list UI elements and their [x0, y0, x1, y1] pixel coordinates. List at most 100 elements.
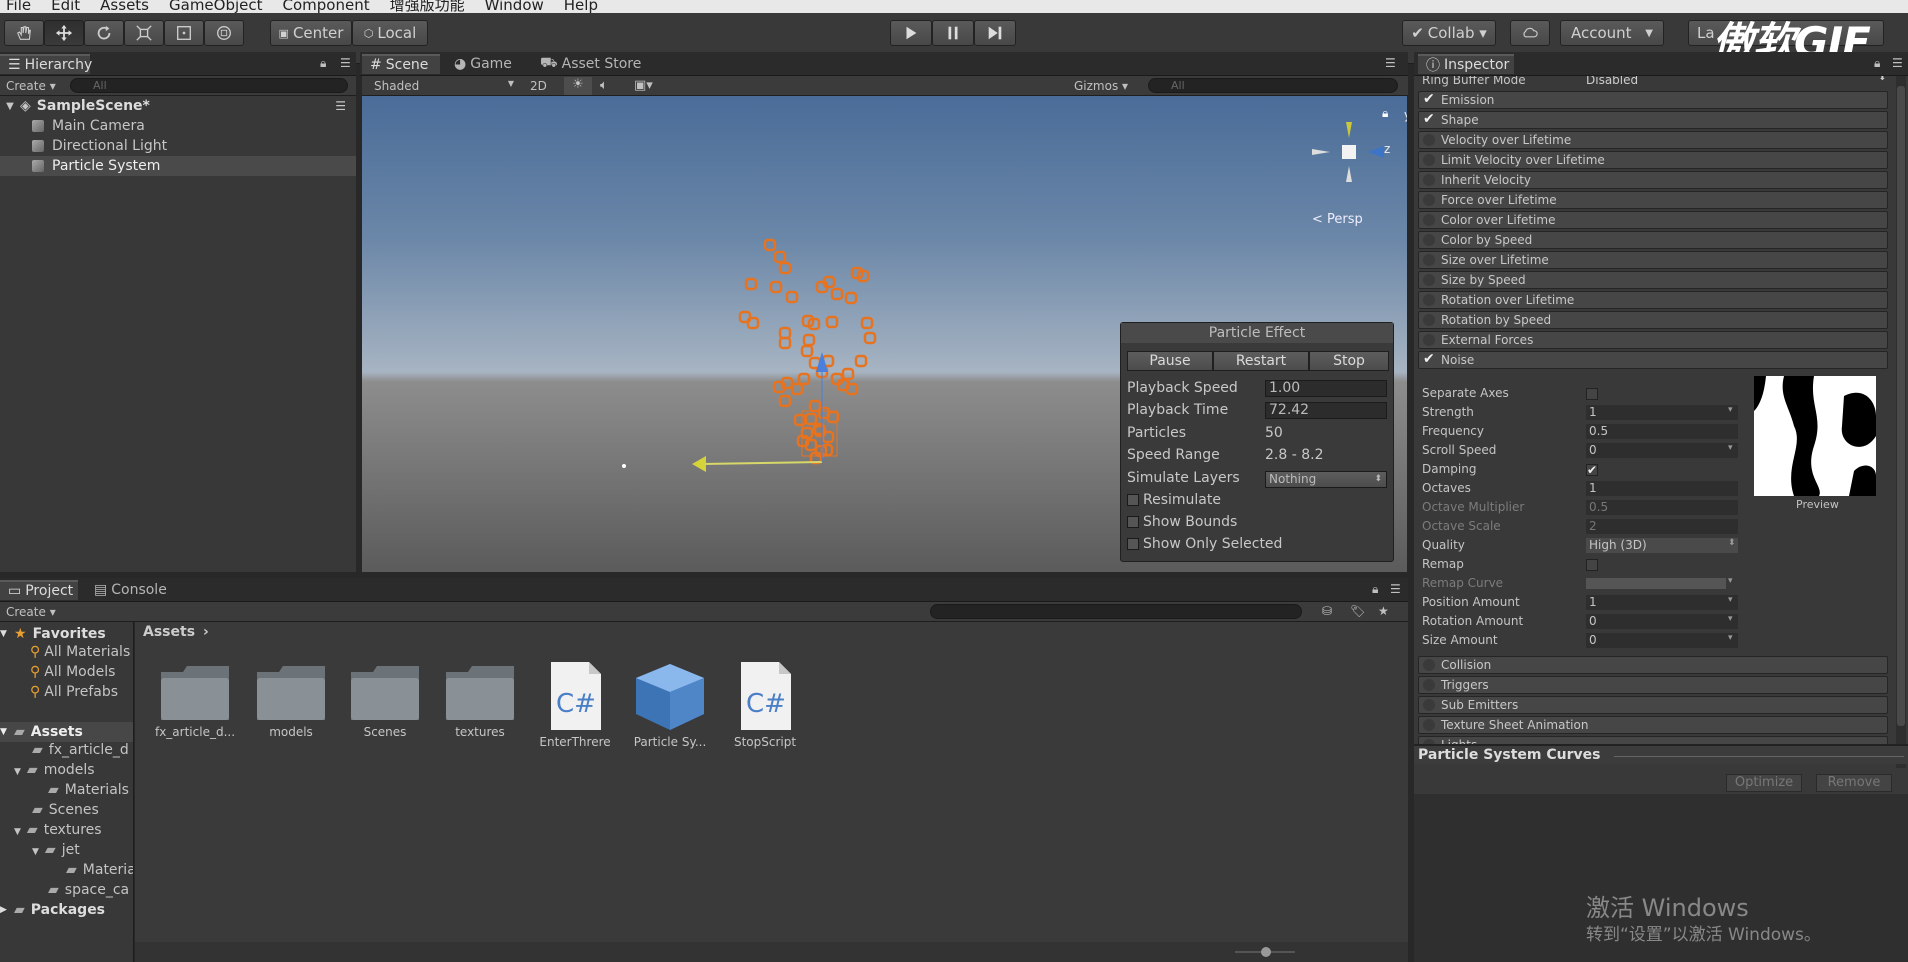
module-force-over-lifetime[interactable]: Force over Lifetime — [1418, 191, 1888, 209]
module-toggle-icon[interactable] — [1423, 234, 1435, 246]
noise-prop-value[interactable]: 2 — [1586, 519, 1738, 534]
rect-tool-button[interactable] — [164, 20, 204, 46]
menu-file[interactable]: File — [6, 0, 31, 13]
module-toggle-icon[interactable] — [1423, 194, 1435, 206]
module-velocity-over-lifetime[interactable]: Velocity over Lifetime — [1418, 131, 1888, 149]
restart-button[interactable]: Restart — [1213, 351, 1309, 371]
dropdown-arrow-icon[interactable]: ▾ — [1728, 595, 1733, 605]
module-rotation-over-lifetime[interactable]: Rotation over Lifetime — [1418, 291, 1888, 309]
create-dropdown[interactable]: Create ▾ — [6, 79, 56, 93]
lock-icon[interactable]: 🔒︎ — [1382, 106, 1388, 121]
module-toggle-icon[interactable] — [1423, 699, 1435, 711]
hand-tool-button[interactable] — [4, 20, 44, 46]
check-icon[interactable]: ✔ — [1423, 112, 1435, 126]
pivot-local-button[interactable]: ⬡ Local — [352, 20, 428, 46]
2d-toggle[interactable]: 2D — [530, 79, 547, 93]
dropdown-arrow-icon[interactable]: ▾ — [1728, 614, 1733, 624]
shading-dropdown[interactable]: Shaded ▼ — [374, 79, 514, 93]
panel-menu-icon[interactable]: ☰ — [1385, 56, 1396, 70]
simulate-layers-dropdown[interactable]: Nothing ⬍ — [1265, 471, 1387, 488]
module-toggle-icon[interactable] — [1423, 174, 1435, 186]
collab-button[interactable]: ✔ Collab ▾ — [1402, 20, 1496, 46]
tree-folder[interactable]: ▰ Materia — [66, 862, 133, 878]
audio-toggle[interactable]: 🔈︎ — [600, 78, 608, 93]
asset-script-stopscript[interactable]: C# StopScript — [720, 660, 810, 749]
scene-menu-icon[interactable]: ☰ — [335, 99, 346, 113]
tab-project[interactable]: ▭ Project — [0, 580, 78, 600]
tab-hierarchy[interactable]: ☰ Hierarchy — [0, 54, 92, 74]
show-only-selected-toggle[interactable]: Show Only Selected — [1127, 536, 1282, 552]
menu-window[interactable]: Window — [485, 0, 544, 13]
module-toggle-icon[interactable] — [1423, 294, 1435, 306]
play-button[interactable] — [890, 20, 932, 46]
fav-all-models[interactable]: ⚲ All Models — [30, 664, 115, 680]
module-triggers[interactable]: Triggers — [1418, 676, 1888, 694]
tab-asset-store[interactable]: ⛟ Asset Store — [532, 54, 672, 74]
pivot-center-button[interactable]: ▣ Center — [270, 20, 352, 46]
tab-scene[interactable]: # Scene — [362, 54, 440, 74]
lock-icon[interactable]: 🔒︎ — [1874, 56, 1880, 71]
menu-component[interactable]: Component — [283, 0, 370, 13]
tab-console[interactable]: ▤ Console — [86, 580, 176, 600]
stop-button[interactable]: Stop — [1309, 351, 1389, 371]
rotate-tool-button[interactable] — [84, 20, 124, 46]
module-emission[interactable]: ✔ Emission — [1418, 91, 1888, 109]
module-toggle-icon[interactable] — [1423, 334, 1435, 346]
module-sub-emitters[interactable]: Sub Emitters — [1418, 696, 1888, 714]
check-icon[interactable]: ✔ — [1423, 92, 1435, 106]
inspector-scrollbar[interactable] — [1896, 76, 1906, 768]
hierarchy-search-input[interactable]: All — [70, 78, 348, 93]
lighting-toggle[interactable]: ☀ — [564, 77, 592, 95]
scale-tool-button[interactable] — [124, 20, 164, 46]
optimize-button[interactable]: Optimize — [1726, 774, 1802, 792]
menu-gameobject[interactable]: GameObject — [169, 0, 263, 13]
noise-prop-value[interactable]: 0.5 — [1586, 500, 1738, 515]
ring-buffer-dropdown[interactable]: Disabled ⬍ — [1586, 76, 1890, 87]
menu-enhanced[interactable]: 增强版功能 — [390, 0, 465, 13]
module-toggle-icon[interactable] — [1423, 679, 1435, 691]
step-button[interactable] — [974, 20, 1016, 46]
module-shape[interactable]: ✔ Shape — [1418, 111, 1888, 129]
module-toggle-icon[interactable] — [1423, 659, 1435, 671]
tree-folder[interactable]: ▰ Materials — [48, 782, 129, 798]
module-rotation-by-speed[interactable]: Rotation by Speed — [1418, 311, 1888, 329]
noise-prop-value[interactable]: 0 — [1586, 614, 1738, 629]
fav-all-prefabs[interactable]: ⚲ All Prefabs — [30, 684, 118, 700]
pause-button[interactable] — [932, 20, 974, 46]
asset-folder-textures[interactable]: textures — [435, 660, 525, 739]
asset-prefab-particle-system[interactable]: Particle Sy... — [625, 660, 715, 749]
playback-time-field[interactable]: 72.42 — [1265, 402, 1387, 419]
module-noise[interactable]: ✔ Noise — [1418, 351, 1888, 369]
account-dropdown[interactable]: Account ▼ — [1560, 20, 1664, 46]
noise-prop-value[interactable]: 0.5 — [1586, 424, 1738, 439]
noise-prop-value[interactable]: 0 — [1586, 443, 1738, 458]
module-toggle-icon[interactable] — [1423, 134, 1435, 146]
asset-folder-scenes[interactable]: Scenes — [340, 660, 430, 739]
move-tool-button[interactable] — [44, 20, 84, 46]
breadcrumb[interactable]: Assets › — [143, 624, 209, 640]
tree-folder[interactable]: ▼ ▰ jet — [32, 842, 80, 858]
hierarchy-item-directional-light[interactable]: Directional Light — [0, 136, 356, 156]
dropdown-arrow-icon[interactable]: ▾ — [1728, 443, 1733, 453]
module-toggle-icon[interactable] — [1423, 254, 1435, 266]
tree-folder[interactable]: ▰ Scenes — [32, 802, 99, 818]
noise-prop-checkbox[interactable] — [1586, 388, 1598, 400]
orientation-gizmo[interactable] — [1302, 106, 1392, 196]
check-icon[interactable]: ✔ — [1423, 352, 1435, 366]
module-limit-velocity-over-lifetime[interactable]: Limit Velocity over Lifetime — [1418, 151, 1888, 169]
dropdown-arrow-icon[interactable]: ⬍ — [1728, 538, 1736, 548]
menu-assets[interactable]: Assets — [100, 0, 149, 13]
noise-prop-value[interactable]: 1 — [1586, 405, 1738, 420]
module-toggle-icon[interactable] — [1423, 154, 1435, 166]
scene-search-input[interactable]: All — [1148, 78, 1398, 93]
star-icon[interactable]: ★ — [1378, 604, 1389, 618]
filter-type-icon[interactable]: ⛁ — [1322, 604, 1332, 618]
lock-icon[interactable]: 🔒︎ — [1372, 582, 1378, 597]
pause-button[interactable]: Pause — [1127, 351, 1213, 371]
noise-prop-value[interactable]: 1 — [1586, 481, 1738, 496]
module-texture-sheet-animation[interactable]: Texture Sheet Animation — [1418, 716, 1888, 734]
module-size-over-lifetime[interactable]: Size over Lifetime — [1418, 251, 1888, 269]
module-color-by-speed[interactable]: Color by Speed — [1418, 231, 1888, 249]
fav-all-materials[interactable]: ⚲ All Materials — [30, 644, 130, 660]
hierarchy-item-main-camera[interactable]: Main Camera — [0, 116, 356, 136]
